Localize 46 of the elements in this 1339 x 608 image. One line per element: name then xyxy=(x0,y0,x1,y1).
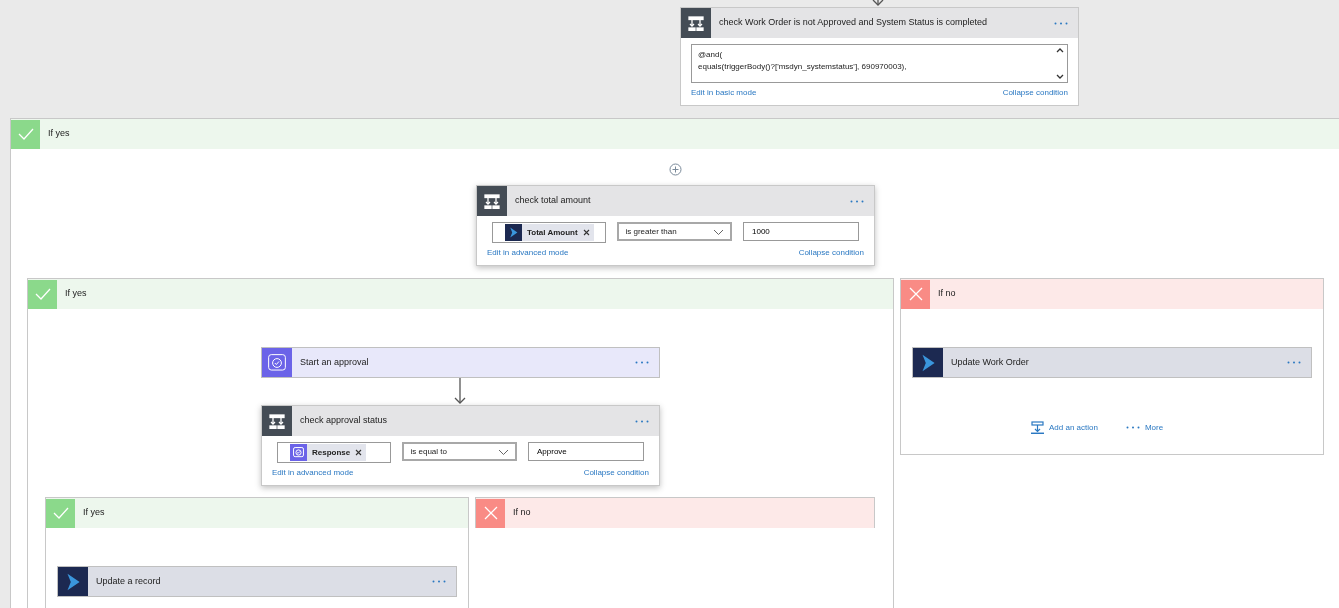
token-field[interactable]: Total Amount xyxy=(492,222,607,243)
expression-field[interactable]: @and( equals(triggerBody()?['msdyn_systemstatus'], 690970003), xyxy=(691,44,1068,83)
scroll-down-icon[interactable] xyxy=(1056,74,1064,79)
token-tag[interactable]: Response xyxy=(290,444,367,461)
approval-icon xyxy=(266,351,288,374)
card-title: check Work Order is not Approved and System Status is completed xyxy=(719,16,988,30)
ellipsis-icon xyxy=(850,199,864,203)
branch-label: If yes xyxy=(65,287,87,301)
remove-icon[interactable] xyxy=(355,449,363,456)
remove-icon[interactable] xyxy=(582,229,590,236)
collapse-link[interactable]: Collapse condition xyxy=(798,247,864,259)
ellipsis-icon xyxy=(1054,21,1068,25)
approval-icon xyxy=(292,446,305,459)
branch-label: If no xyxy=(938,287,956,301)
card-title: check approval status xyxy=(300,414,389,428)
branch-label: If no xyxy=(513,506,531,520)
card-title: Update Work Order xyxy=(951,355,1030,369)
add-action-icon xyxy=(1031,421,1044,434)
mode-link[interactable]: Edit in advanced mode xyxy=(487,247,569,259)
collapse-link[interactable]: Collapse condition xyxy=(1002,87,1068,99)
ellipsis-icon xyxy=(635,361,649,364)
collapse-link[interactable]: Collapse condition xyxy=(583,467,649,479)
caret-icon xyxy=(713,228,724,235)
operator-dropdown[interactable]: is greater than xyxy=(617,222,732,241)
mode-link[interactable]: Edit in advanced mode xyxy=(272,467,354,479)
card-title: check total amount xyxy=(515,194,592,208)
branch-label: If yes xyxy=(48,127,70,141)
expression-text: @and( equals(triggerBody()?['msdyn_systemstatus'], 690970003), xyxy=(697,49,908,73)
more-link[interactable]: More xyxy=(1125,421,1164,434)
card-title: Update a record xyxy=(96,574,162,588)
token-field[interactable]: Response xyxy=(277,442,392,463)
branch-label: If yes xyxy=(83,506,105,520)
ellipsis-icon xyxy=(1125,426,1140,429)
scroll-up-icon[interactable] xyxy=(1056,48,1064,53)
token-tag[interactable]: Total Amount xyxy=(505,224,594,241)
mode-link[interactable]: Edit in basic mode xyxy=(691,87,757,99)
card-title: Start an approval xyxy=(300,355,370,369)
ellipsis-icon xyxy=(432,580,446,583)
value-field[interactable]: Approve xyxy=(528,442,644,461)
ellipsis-icon xyxy=(1287,361,1301,364)
value-field[interactable]: 1000 xyxy=(743,222,859,241)
add-action-link[interactable]: Add an action xyxy=(1031,421,1098,434)
operator-dropdown[interactable]: is equal to xyxy=(402,442,517,461)
caret-icon xyxy=(498,448,509,455)
add-step-button[interactable] xyxy=(669,163,682,176)
ellipsis-icon xyxy=(635,419,649,423)
